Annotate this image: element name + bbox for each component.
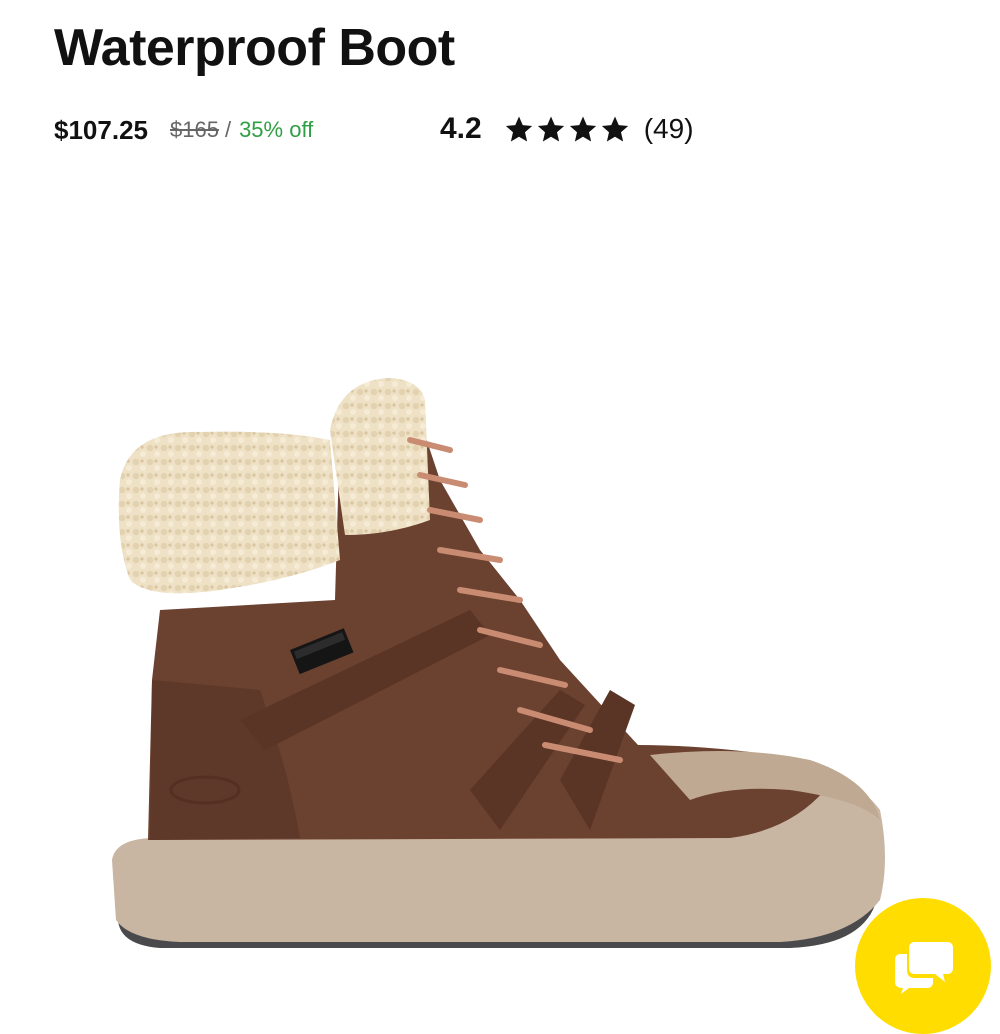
product-title: Waterproof Boot — [54, 19, 455, 77]
star-rating — [504, 114, 632, 144]
rating-summary[interactable]: 4.2 (49) — [440, 108, 694, 150]
price-row: $107.25 $165 / 35% off — [54, 110, 313, 150]
sale-price: $107.25 — [54, 114, 148, 145]
chat-button[interactable] — [855, 898, 991, 1034]
price-separator: / — [224, 117, 232, 142]
discount-label: 35% off — [239, 117, 314, 142]
star-icon — [537, 116, 564, 142]
star-icon — [601, 116, 628, 142]
review-count[interactable]: (49) — [644, 113, 694, 145]
star-icon — [569, 116, 596, 142]
rating-value: 4.2 — [440, 112, 482, 145]
product-boot-image[interactable] — [90, 360, 910, 960]
chat-bubbles-icon — [895, 942, 953, 994]
star-icon — [505, 116, 532, 142]
original-price: $165 — [169, 117, 219, 142]
